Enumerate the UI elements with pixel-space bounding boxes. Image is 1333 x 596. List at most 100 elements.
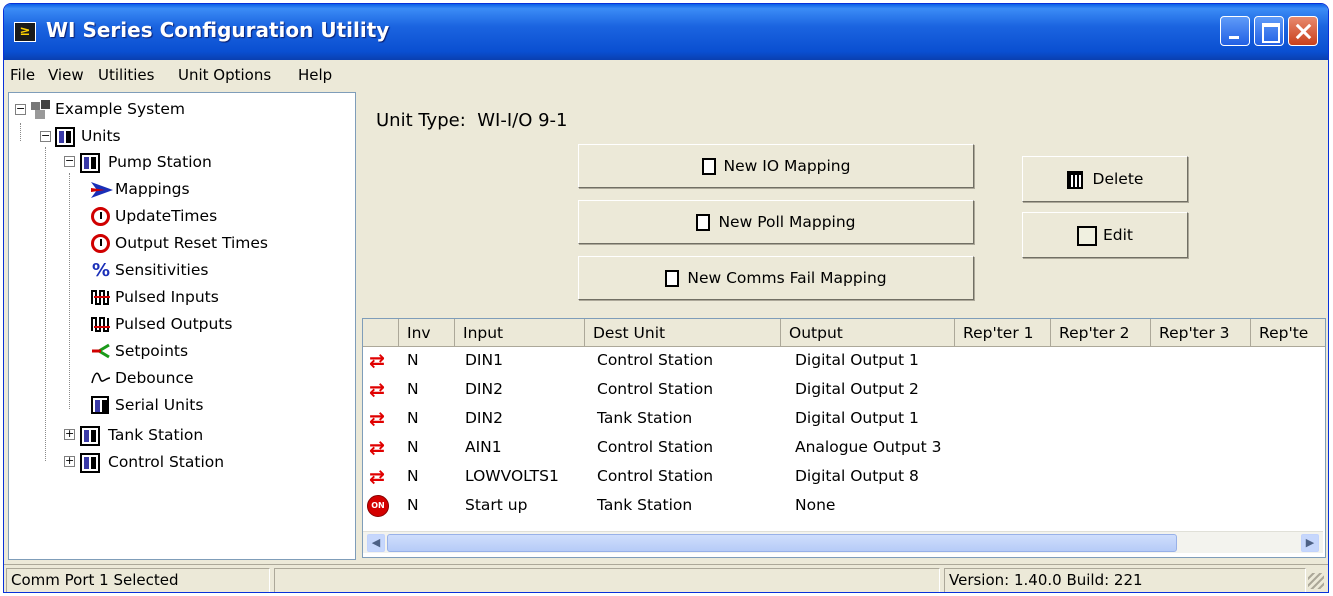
tree-node-root[interactable]: Example System	[31, 97, 185, 121]
tree-node-control-station[interactable]: Control Station	[80, 450, 224, 474]
tree-label-debounce: Debounce	[115, 369, 194, 387]
on-icon: ON	[367, 495, 389, 517]
status-comm-port: Comm Port 1 Selected	[6, 568, 270, 592]
cell-dest-unit: Control Station	[597, 438, 714, 456]
menu-view[interactable]: View	[48, 66, 84, 84]
cell-dest-unit: Tank Station	[597, 409, 693, 427]
tree-expander[interactable]: −	[40, 130, 51, 142]
trash-icon	[1066, 170, 1083, 189]
tree-expander[interactable]: +	[64, 455, 75, 467]
tree-node-tank-station[interactable]: Tank Station	[80, 423, 203, 447]
tree-expander[interactable]: +	[64, 428, 75, 440]
mapping-grid[interactable]: Inv Input Dest Unit Output Rep'ter 1 Rep…	[362, 318, 1326, 558]
cell-inv: N	[407, 438, 419, 456]
menu-file[interactable]: File	[10, 66, 35, 84]
mapping-arrows-icon: ⇄	[369, 379, 385, 401]
column-header-repeater-1[interactable]: Rep'ter 1	[955, 319, 1051, 347]
tree-label-serial-units: Serial Units	[115, 396, 204, 414]
cell-inv: N	[407, 351, 419, 369]
percent-icon: %	[91, 259, 111, 281]
unit-icon	[55, 126, 75, 147]
resize-grip-icon[interactable]	[1308, 573, 1324, 589]
tree-node-sensitivities[interactable]: % Sensitivities	[91, 258, 208, 282]
table-row[interactable]: ⇄ N DIN1 Control Station Digital Output …	[363, 347, 1323, 376]
column-header-input[interactable]: Input	[455, 319, 585, 347]
tree-node-units[interactable]: Units	[55, 124, 121, 148]
column-header-repeater-3[interactable]: Rep'ter 3	[1151, 319, 1251, 347]
minimize-button[interactable]	[1220, 16, 1250, 46]
tree-expander[interactable]: −	[15, 103, 26, 115]
cell-output: Digital Output 8	[795, 467, 919, 485]
tree-node-setpoints[interactable]: Setpoints	[91, 339, 188, 363]
cell-inv: N	[407, 496, 419, 514]
mapping-arrows-icon: ⇄	[369, 408, 385, 430]
cell-dest-unit: Tank Station	[597, 496, 693, 514]
menu-help[interactable]: Help	[298, 66, 332, 84]
table-row[interactable]: ⇄ N DIN2 Tank Station Digital Output 1	[363, 405, 1323, 434]
tree-label-units: Units	[81, 127, 121, 145]
menu-bar: File View Utilities Unit Options Help	[4, 60, 1328, 90]
tree-node-mappings[interactable]: Mappings	[91, 177, 190, 201]
table-row[interactable]: ⇄ N AIN1 Control Station Analogue Output…	[363, 434, 1323, 463]
main-window: ≥ WI Series Configuration Utility File V…	[3, 3, 1329, 593]
menu-utilities[interactable]: Utilities	[98, 66, 154, 84]
title-bar[interactable]: ≥ WI Series Configuration Utility	[4, 4, 1328, 60]
scroll-left-icon[interactable]: ◀	[367, 534, 385, 552]
clock-icon	[91, 233, 111, 254]
close-button[interactable]	[1288, 16, 1318, 46]
tree-label-sensitivities: Sensitivities	[115, 261, 209, 279]
column-header-icon[interactable]	[363, 319, 399, 347]
tree-label-mappings: Mappings	[115, 180, 190, 198]
new-document-icon	[665, 270, 680, 287]
tree-node-output-reset-times[interactable]: Output Reset Times	[91, 231, 268, 255]
tree-node-pump-station[interactable]: Pump Station	[80, 150, 212, 174]
menu-unit-options[interactable]: Unit Options	[178, 66, 271, 84]
delete-button[interactable]: Delete	[1022, 156, 1188, 202]
tree-node-update-times[interactable]: UpdateTimes	[91, 204, 217, 228]
table-row[interactable]: ⇄ N DIN2 Control Station Digital Output …	[363, 376, 1323, 405]
tree-label-control-station: Control Station	[108, 453, 225, 471]
network-icon	[31, 99, 51, 120]
column-header-repeater-4[interactable]: Rep'te	[1251, 319, 1325, 347]
cell-input: AIN1	[465, 438, 502, 456]
cell-dest-unit: Control Station	[597, 467, 714, 485]
new-comms-fail-mapping-button[interactable]: New Comms Fail Mapping	[578, 256, 974, 300]
tree-node-pulsed-inputs[interactable]: Pulsed Inputs	[91, 285, 219, 309]
unit-icon	[80, 152, 100, 173]
column-header-output[interactable]: Output	[781, 319, 955, 347]
tree-node-pulsed-outputs[interactable]: Pulsed Outputs	[91, 312, 233, 336]
unit-icon	[91, 395, 111, 416]
cell-output: Digital Output 2	[795, 380, 919, 398]
mapping-arrows-icon: ⇄	[369, 350, 385, 372]
edit-button[interactable]: Edit	[1022, 212, 1188, 258]
cell-output: Analogue Output 3	[795, 438, 942, 456]
cell-inv: N	[407, 380, 419, 398]
column-header-dest-unit[interactable]: Dest Unit	[585, 319, 781, 347]
horizontal-scrollbar[interactable]: ◀ ▶	[363, 531, 1323, 553]
column-header-inv[interactable]: Inv	[399, 319, 455, 347]
pulse-icon	[91, 315, 111, 335]
unit-icon	[80, 452, 100, 473]
column-header-repeater-2[interactable]: Rep'ter 2	[1051, 319, 1151, 347]
table-row[interactable]: ⇄ N LOWVOLTS1 Control Station Digital Ou…	[363, 463, 1323, 492]
scroll-right-icon[interactable]: ▶	[1301, 534, 1319, 552]
unit-type-label: Unit Type:	[376, 110, 466, 131]
tree-node-debounce[interactable]: Debounce	[91, 366, 194, 390]
new-poll-mapping-button[interactable]: New Poll Mapping	[578, 200, 974, 244]
tree-expander[interactable]: −	[64, 155, 75, 167]
tree-label-tank-station: Tank Station	[108, 426, 204, 444]
cell-input: DIN2	[465, 380, 503, 398]
new-io-mapping-button[interactable]: New IO Mapping	[578, 144, 974, 188]
cell-input: DIN1	[465, 351, 503, 369]
table-row[interactable]: ON N Start up Tank Station None	[363, 492, 1323, 521]
new-document-icon	[701, 158, 716, 175]
wave-icon	[91, 369, 111, 389]
system-tree[interactable]: − Example System − Units − Pump Station …	[8, 92, 356, 560]
maximize-button[interactable]	[1254, 16, 1284, 46]
cell-input: LOWVOLTS1	[465, 467, 559, 485]
scrollbar-thumb[interactable]	[387, 534, 1177, 552]
cell-output: None	[795, 496, 836, 514]
tree-node-serial-units[interactable]: Serial Units	[91, 393, 203, 417]
tree-label-root: Example System	[55, 100, 185, 118]
unit-icon	[80, 425, 100, 446]
